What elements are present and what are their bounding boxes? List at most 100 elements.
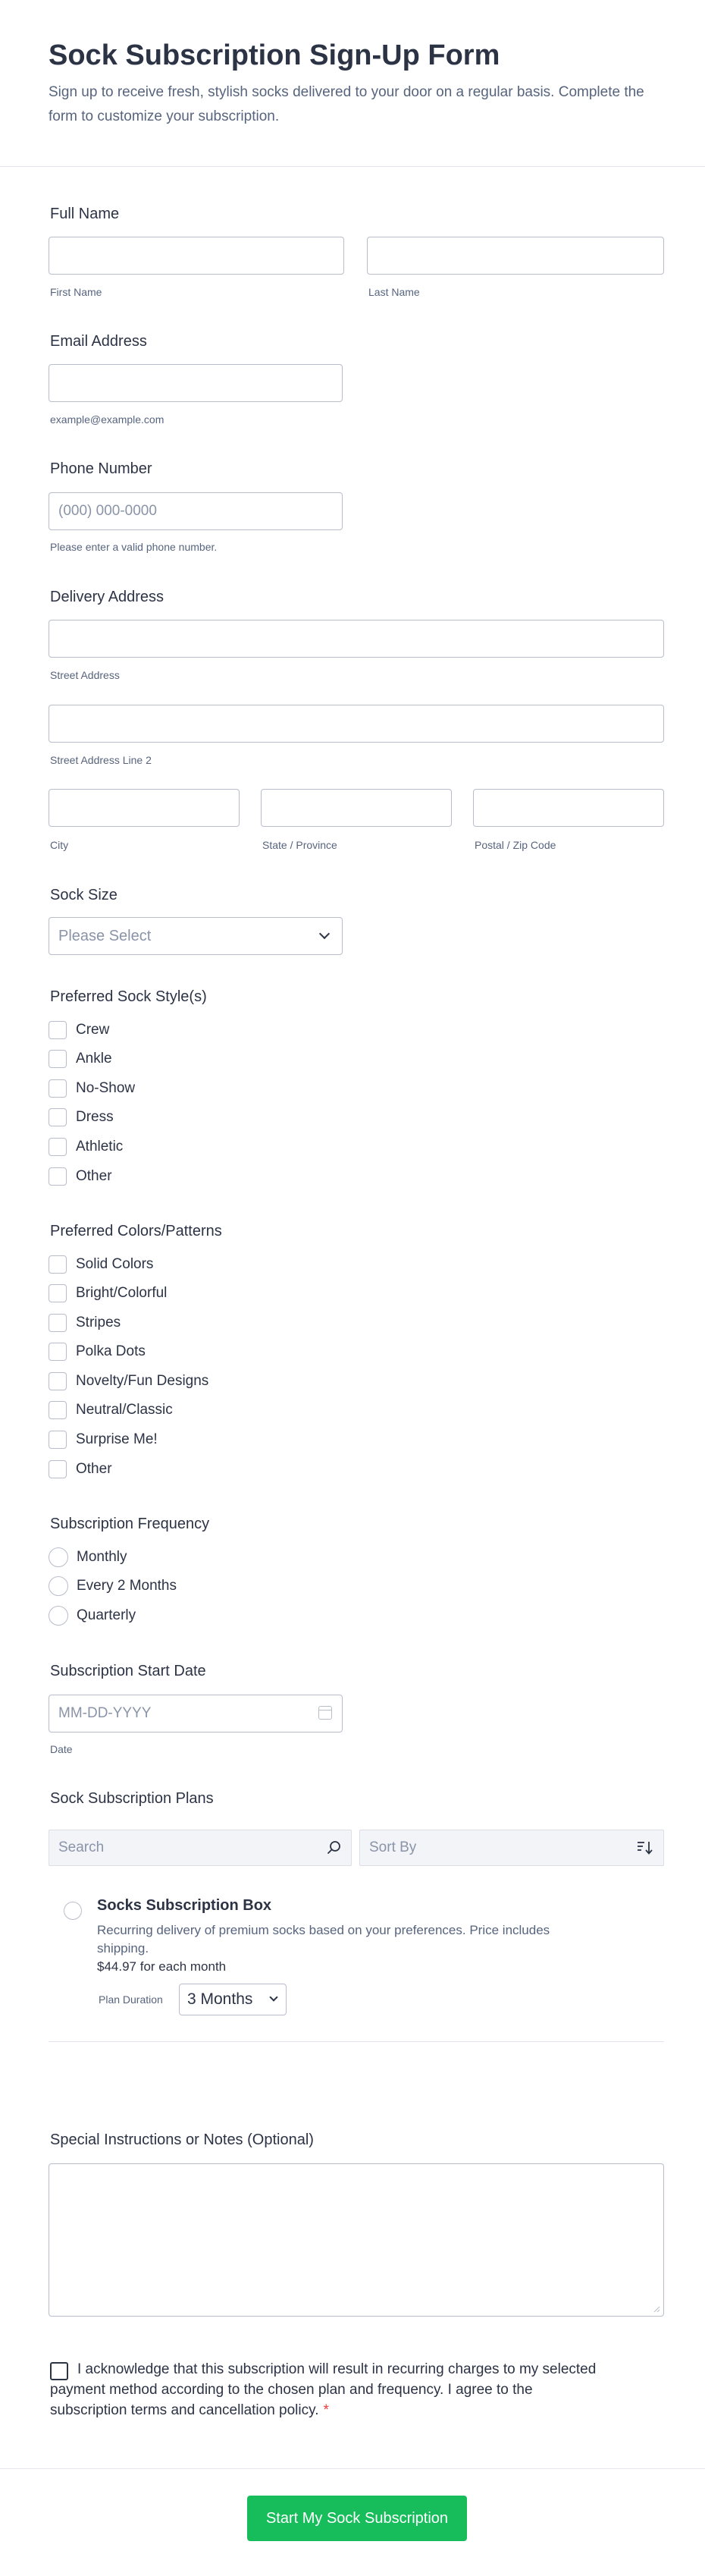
checkbox[interactable]	[49, 1372, 67, 1390]
frequency-option-label: Monthly	[77, 1549, 127, 1565]
submit-button[interactable]: Start My Sock Subscription	[247, 2496, 467, 2541]
email-label: Email Address	[50, 333, 147, 350]
chevron-down-icon	[318, 928, 331, 940]
checkbox[interactable]	[49, 1167, 67, 1186]
sort-label: Sort By	[369, 1839, 417, 1855]
last-name-input[interactable]	[367, 237, 664, 275]
phone-sublabel: Please enter a valid phone number.	[50, 541, 218, 553]
search-icon[interactable]	[327, 1840, 342, 1855]
color-option[interactable]: Novelty/Fun Designs	[49, 1371, 208, 1391]
address-label: Delivery Address	[50, 589, 164, 605]
first-name-input[interactable]	[49, 237, 344, 275]
email-input[interactable]	[49, 364, 343, 402]
product-radio-button[interactable]	[64, 1902, 82, 1920]
sock-size-selected: Please Select	[58, 927, 152, 944]
style-option-label: Dress	[76, 1109, 114, 1125]
checkbox[interactable]	[49, 1021, 67, 1039]
checkbox[interactable]	[49, 1079, 67, 1098]
color-option[interactable]: Stripes	[49, 1313, 121, 1333]
zip-input[interactable]	[473, 789, 664, 827]
email-sublabel: example@example.com	[50, 413, 164, 426]
radio-button[interactable]	[49, 1606, 68, 1626]
page-title: Sock Subscription Sign-Up Form	[49, 39, 500, 71]
zip-sublabel: Postal / Zip Code	[475, 839, 556, 851]
frequency-option-label: Quarterly	[77, 1607, 136, 1623]
style-option-label: No-Show	[76, 1080, 136, 1096]
plans-divider	[49, 2041, 664, 2042]
notes-textarea[interactable]	[49, 2163, 664, 2317]
color-option-label: Other	[76, 1461, 112, 1477]
frequency-label: Subscription Frequency	[50, 1516, 210, 1532]
color-option[interactable]: Bright/Colorful	[49, 1283, 167, 1303]
checkbox[interactable]	[49, 1431, 67, 1449]
full-name-label: Full Name	[50, 206, 120, 222]
checkbox[interactable]	[49, 1284, 67, 1302]
frequency-option[interactable]: Monthly	[49, 1547, 127, 1567]
color-option[interactable]: Solid Colors	[49, 1255, 153, 1274]
plans-search-input[interactable]: Search	[49, 1830, 352, 1866]
style-option[interactable]: Dress	[49, 1107, 114, 1127]
plan-duration-select[interactable]: 3 Months	[179, 1984, 287, 2015]
style-option[interactable]: Other	[49, 1167, 112, 1186]
color-option[interactable]: Neutral/Classic	[49, 1400, 173, 1420]
checkbox[interactable]	[49, 1343, 67, 1361]
phone-label: Phone Number	[50, 460, 152, 477]
sock-size-label: Sock Size	[50, 887, 118, 903]
color-option[interactable]: Polka Dots	[49, 1342, 146, 1362]
street-address-2-input[interactable]	[49, 705, 664, 743]
plan-duration-label: Plan Duration	[99, 1993, 163, 2006]
plans-sort-select[interactable]: Sort By	[359, 1830, 664, 1866]
style-option[interactable]: Ankle	[49, 1049, 112, 1069]
chevron-down-icon	[269, 1993, 278, 2002]
checkbox[interactable]	[49, 1108, 67, 1126]
sock-size-select[interactable]: Please Select	[49, 917, 343, 955]
checkbox[interactable]	[49, 1460, 67, 1478]
start-date-label: Subscription Start Date	[50, 1663, 206, 1679]
form-page: Sock Subscription Sign-Up Form Sign up t…	[0, 0, 705, 2576]
frequency-option[interactable]: Quarterly	[49, 1606, 136, 1626]
color-option-label: Solid Colors	[76, 1256, 154, 1272]
checkbox[interactable]	[49, 1050, 67, 1068]
street-address-input[interactable]	[49, 620, 664, 658]
state-input[interactable]	[261, 789, 452, 827]
style-option[interactable]: No-Show	[49, 1079, 135, 1098]
calendar-icon[interactable]	[318, 1706, 332, 1720]
resize-handle-icon[interactable]	[653, 2305, 660, 2313]
style-option-label: Athletic	[76, 1139, 124, 1154]
page-subtitle: Sign up to receive fresh, stylish socks …	[49, 84, 644, 124]
checkbox[interactable]	[49, 1314, 67, 1332]
style-option-label: Other	[76, 1168, 112, 1184]
start-date-input[interactable]	[49, 1695, 343, 1733]
radio-button[interactable]	[49, 1547, 68, 1567]
phone-input[interactable]	[49, 492, 343, 530]
city-input[interactable]	[49, 789, 240, 827]
product-price: $44.97 for each month	[97, 1959, 226, 1974]
city-sublabel: City	[50, 839, 69, 851]
first-name-sublabel: First Name	[50, 286, 102, 298]
product-description: Recurring delivery of premium socks base…	[97, 1923, 550, 1956]
colors-label: Preferred Colors/Patterns	[50, 1223, 222, 1239]
sort-icon[interactable]	[636, 1840, 654, 1855]
checkbox[interactable]	[49, 1138, 67, 1156]
checkbox[interactable]	[49, 1255, 67, 1274]
radio-button[interactable]	[49, 1576, 68, 1596]
color-option[interactable]: Other	[49, 1459, 112, 1479]
style-option[interactable]: Athletic	[49, 1137, 123, 1157]
last-name-sublabel: Last Name	[368, 286, 420, 298]
color-option[interactable]: Surprise Me!	[49, 1430, 158, 1450]
frequency-option[interactable]: Every 2 Months	[49, 1576, 177, 1596]
price-suffix: for each month	[136, 1959, 227, 1974]
color-option-label: Surprise Me!	[76, 1431, 158, 1447]
acknowledge-label: I acknowledge that this subscription wil…	[50, 2359, 611, 2420]
checkbox[interactable]	[49, 1401, 67, 1419]
color-option-label: Stripes	[76, 1315, 121, 1330]
frequency-option-label: Every 2 Months	[77, 1578, 177, 1594]
product-title: Socks Subscription Box	[97, 1897, 272, 1914]
style-option[interactable]: Crew	[49, 1020, 109, 1040]
state-sublabel: State / Province	[262, 839, 337, 851]
styles-label: Preferred Sock Style(s)	[50, 988, 207, 1005]
color-option-label: Novelty/Fun Designs	[76, 1373, 209, 1389]
required-mark: *	[323, 2402, 329, 2418]
street-address-2-sublabel: Street Address Line 2	[50, 754, 152, 766]
color-option-label: Neutral/Classic	[76, 1402, 173, 1418]
